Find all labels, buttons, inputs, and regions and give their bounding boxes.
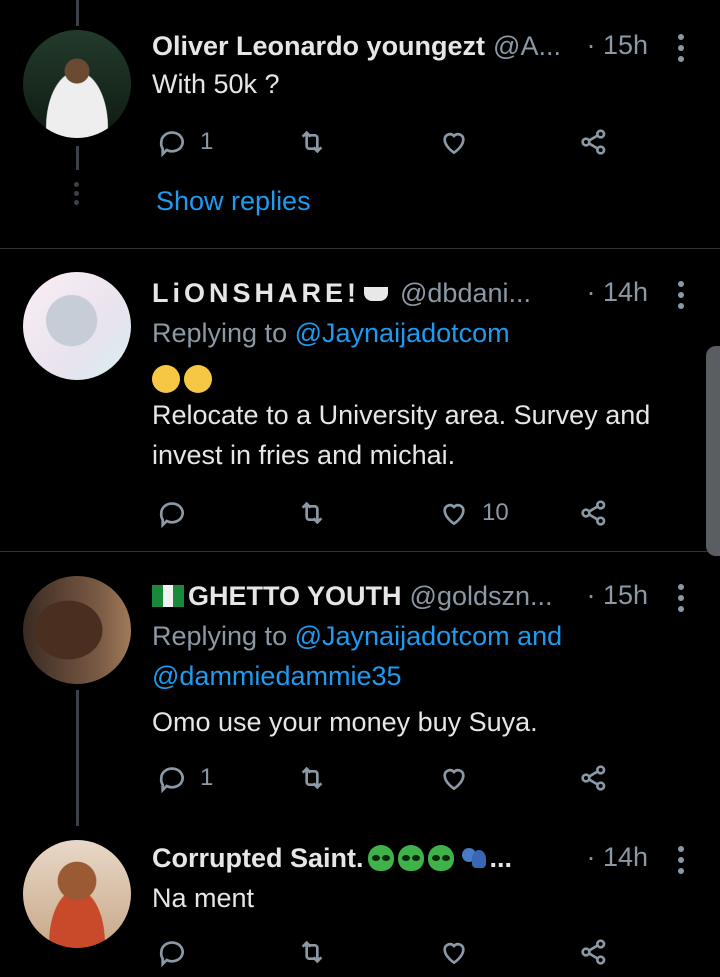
tweet-card[interactable]: Oliver Leonardo youngezt @A... · 15h Wit… [0, 0, 720, 248]
share-button[interactable] [578, 493, 610, 533]
user-handle[interactable]: @goldszn... [410, 581, 553, 612]
retweet-icon [301, 940, 323, 964]
replying-label: Replying to [152, 621, 288, 651]
retweet-button[interactable] [296, 758, 328, 798]
tweet-actions: 10 [152, 493, 622, 533]
thread-line [76, 690, 79, 826]
scrollbar-handle[interactable] [706, 346, 720, 556]
tweet-text: Relocate to a University area. Survey an… [152, 400, 651, 470]
reply-icon [159, 767, 184, 794]
thread-dots [74, 182, 80, 209]
mention-link[interactable]: @Jaynaijadotcom and [295, 621, 563, 651]
reply-icon [159, 941, 184, 968]
share-icon [581, 500, 606, 526]
timestamp[interactable]: · 14h [586, 277, 648, 308]
replying-label: Replying to [152, 318, 288, 348]
retweet-icon [301, 766, 323, 790]
share-button[interactable] [578, 758, 610, 798]
retweet-button[interactable] [296, 493, 328, 533]
timestamp[interactable]: · 14h [586, 842, 648, 873]
reply-count: 1 [200, 128, 214, 155]
name-ellipsis: ... [489, 842, 513, 873]
timestamp[interactable]: · 15h [586, 30, 648, 61]
emoji-line [152, 357, 696, 397]
alien-emoji [427, 845, 454, 871]
tweet-text: Omo use your money buy Suya. [152, 707, 538, 737]
display-name[interactable]: GHETTO YOUTH [188, 581, 402, 612]
thread-line [76, 146, 79, 170]
share-button[interactable] [578, 122, 610, 162]
share-icon [581, 129, 606, 155]
share-icon [581, 939, 606, 965]
reply-button[interactable]: 1 [156, 758, 213, 798]
tweet-card[interactable]: Corrupted Saint. ... · 14h Na ment [0, 826, 720, 977]
like-icon [443, 132, 465, 155]
more-icon[interactable] [678, 34, 686, 67]
display-name[interactable]: LiONSHARE! [152, 278, 388, 309]
thinking-face-emoji [152, 364, 180, 393]
reply-button[interactable]: 1 [156, 122, 213, 162]
tweet-text: With 50k ? [152, 69, 280, 99]
retweet-button[interactable] [296, 932, 328, 972]
more-icon[interactable] [678, 846, 686, 879]
people-emoji [460, 846, 488, 870]
reply-icon [159, 131, 184, 158]
avatar[interactable] [23, 30, 131, 138]
like-icon [443, 768, 465, 791]
tweet-actions: 1 [152, 758, 622, 798]
tweet-text: Na ment [152, 883, 255, 913]
mention-link[interactable]: @Jaynaijadotcom [295, 318, 510, 348]
retweet-button[interactable] [296, 122, 328, 162]
user-handle[interactable]: @A... [493, 31, 561, 62]
bathtub-emoji [364, 287, 388, 302]
retweet-icon [301, 501, 323, 525]
avatar[interactable] [23, 576, 131, 684]
reply-icon [159, 502, 184, 529]
mention-link-2[interactable]: @dammiedammie35 [152, 661, 402, 691]
tweet-actions [152, 932, 622, 972]
alien-emoji [397, 845, 424, 871]
nigeria-flag-emoji [152, 585, 185, 607]
like-button[interactable]: 10 [438, 493, 509, 533]
tweet-actions: 1 [152, 122, 622, 162]
avatar[interactable] [23, 272, 131, 380]
like-button[interactable] [438, 932, 470, 972]
reply-count: 1 [200, 764, 214, 791]
tweet-card[interactable]: LiONSHARE! @dbdani... · 14h Replying to … [0, 249, 720, 551]
share-button[interactable] [578, 932, 610, 972]
thinking-face-emoji [184, 364, 212, 393]
replying-line: Replying to @Jaynaijadotcom [152, 313, 696, 353]
timestamp[interactable]: · 15h [586, 580, 648, 611]
tweet-card[interactable]: GHETTO YOUTH @goldszn... · 15h Replying … [0, 552, 720, 826]
display-name[interactable]: Corrupted Saint. [152, 843, 364, 874]
more-icon[interactable] [678, 281, 686, 314]
like-icon [443, 503, 465, 526]
reply-button[interactable] [156, 932, 188, 972]
reply-button[interactable] [156, 493, 188, 533]
show-replies-link[interactable]: Show replies [156, 186, 311, 217]
share-icon [581, 765, 606, 791]
like-count: 10 [482, 499, 509, 526]
more-icon[interactable] [678, 584, 686, 617]
like-button[interactable] [438, 758, 470, 798]
like-button[interactable] [438, 122, 470, 162]
user-handle[interactable]: @dbdani... [400, 278, 531, 309]
like-icon [443, 942, 465, 965]
alien-emoji [367, 845, 394, 871]
retweet-icon [301, 130, 323, 154]
avatar[interactable] [23, 840, 131, 948]
display-name[interactable]: Oliver Leonardo youngezt [152, 31, 485, 62]
replying-line: Replying to @Jaynaijadotcom and @dammied… [152, 616, 696, 696]
